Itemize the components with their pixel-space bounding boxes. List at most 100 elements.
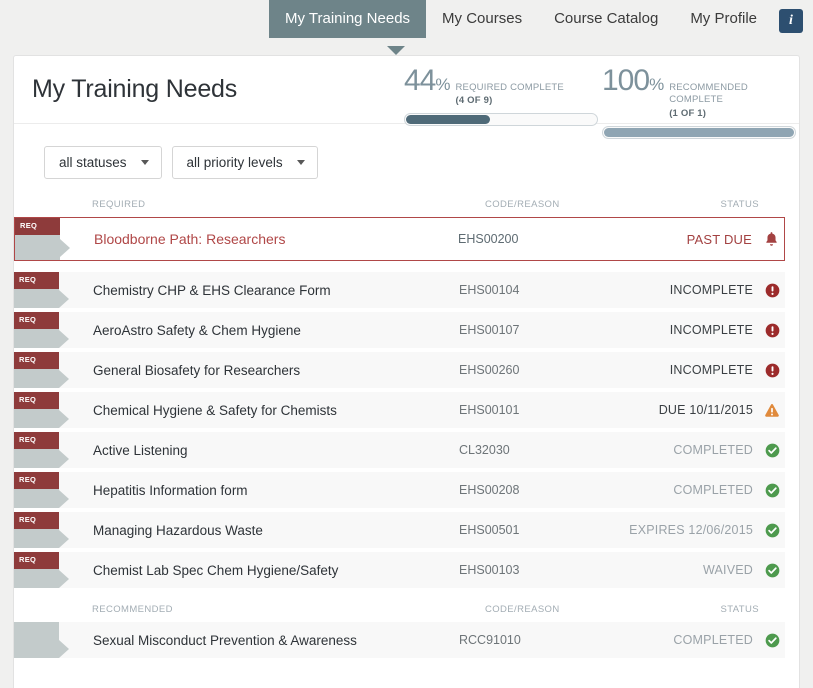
table-row[interactable]: REQ Active Listening CL32030 COMPLETED (14, 432, 785, 468)
ribbon-arrow-icon (59, 489, 69, 508)
ribbon-arrow-icon (59, 639, 69, 658)
column-header-status: STATUS (720, 604, 759, 615)
course-code: EHS00104 (459, 283, 520, 297)
exclamation-circle-icon[interactable] (759, 363, 785, 378)
course-name[interactable]: Sexual Misconduct Prevention & Awareness (74, 633, 459, 648)
exclamation-circle-icon[interactable] (759, 283, 785, 298)
info-icon[interactable]: i (779, 9, 803, 33)
priority-ribbon-icon: REQ (14, 392, 74, 428)
ribbon-fold (14, 529, 59, 548)
course-name[interactable]: Chemical Hygiene & Safety for Chemists (74, 403, 459, 418)
required-progress-bar (404, 113, 598, 127)
check-circle-icon[interactable] (759, 483, 785, 498)
status-filter[interactable]: all statuses (44, 146, 162, 179)
course-code: EHS00501 (459, 523, 520, 537)
ribbon-label: REQ (14, 552, 59, 569)
ribbon-label: REQ (14, 472, 59, 489)
table-row[interactable]: REQ Chemical Hygiene & Safety for Chemist… (14, 392, 785, 428)
priority-ribbon-icon: REQ (14, 552, 74, 588)
priority-filter-label: all priority levels (186, 155, 283, 170)
table-row[interactable]: REQ Hepatitis Information form EHS00208 COM… (14, 472, 785, 508)
table-row[interactable]: REQ Bloodborne Path: Researchers EHS00200 P… (14, 217, 785, 261)
table-row[interactable]: REQ Chemist Lab Spec Chem Hygiene/Safety E… (14, 552, 785, 588)
section-rows: Sexual Misconduct Prevention & Awareness… (14, 622, 799, 658)
course-code: EHS00208 (459, 483, 520, 497)
priority-ribbon-icon: REQ (14, 512, 74, 548)
status-badge: PAST DUE (686, 231, 752, 247)
required-progress-label: REQUIRED COMPLETE (455, 82, 564, 93)
training-table: REQUIRED CODE/REASON STATUS REQ Bloodborne P… (14, 199, 799, 658)
course-name[interactable]: Hepatitis Information form (74, 483, 459, 498)
required-progress-bar-fill (406, 115, 490, 125)
exclamation-circle-icon[interactable] (759, 323, 785, 338)
column-header-row: RECOMMENDED CODE/REASON STATUS (14, 604, 799, 622)
priority-ribbon-icon: REQ (14, 352, 74, 388)
page-title: My Training Needs (32, 75, 238, 103)
ribbon-label: REQ (14, 512, 59, 529)
course-code: CL32030 (459, 443, 510, 457)
table-row[interactable]: Sexual Misconduct Prevention & Awareness… (14, 622, 785, 658)
warning-triangle-icon[interactable] (759, 403, 785, 418)
ribbon-arrow-icon (60, 235, 70, 260)
priority-ribbon-icon: REQ (14, 472, 74, 508)
status-badge: COMPLETED (673, 443, 753, 457)
course-name[interactable]: Active Listening (74, 443, 459, 458)
tab-my-profile[interactable]: My Profile (674, 0, 773, 38)
ribbon-label: REQ (15, 218, 60, 235)
recommended-progress-widget: 100% RECOMMENDED COMPLETE (1 OF 1) (602, 66, 796, 139)
table-row[interactable]: REQ Managing Hazardous Waste EHS00501 EXPIR… (14, 512, 785, 548)
column-header-code: CODE/REASON (485, 199, 560, 210)
priority-ribbon-icon: REQ (14, 272, 74, 308)
column-header-code: CODE/REASON (485, 604, 560, 615)
table-row[interactable]: REQ AeroAstro Safety & Chem Hygiene EHS001… (14, 312, 785, 348)
check-circle-icon[interactable] (759, 563, 785, 578)
status-badge: COMPLETED (673, 483, 753, 497)
ribbon-arrow-icon (59, 569, 69, 588)
course-code: RCC91010 (459, 633, 521, 647)
priority-filter[interactable]: all priority levels (171, 146, 318, 179)
status-badge: EXPIRES 12/06/2015 (629, 523, 753, 537)
check-circle-icon[interactable] (759, 633, 785, 648)
priority-ribbon-icon: REQ (15, 218, 75, 260)
ribbon-arrow-icon (59, 529, 69, 548)
recommended-progress-label: RECOMMENDED COMPLETE (669, 82, 748, 106)
priority-ribbon-icon (14, 622, 74, 658)
course-code: EHS00107 (459, 323, 520, 337)
tab-my-courses[interactable]: My Courses (426, 0, 538, 38)
ribbon-fold (14, 409, 59, 428)
course-name[interactable]: Chemist Lab Spec Chem Hygiene/Safety (74, 563, 459, 578)
ribbon-fold (14, 289, 59, 308)
active-tab-pointer-icon (387, 46, 405, 55)
ribbon-label: REQ (14, 312, 59, 329)
tab-my-training-needs[interactable]: My Training Needs (268, 0, 427, 38)
course-code: EHS00200 (458, 232, 519, 246)
status-badge: DUE 10/11/2015 (658, 403, 753, 417)
tab-course-catalog[interactable]: Course Catalog (538, 0, 674, 38)
recommended-progress-count: (1 OF 1) (669, 107, 707, 119)
ribbon-arrow-icon (59, 369, 69, 388)
check-circle-icon[interactable] (759, 523, 785, 538)
table-row[interactable]: REQ Chemistry CHP & EHS Clearance Form EHS… (14, 272, 785, 308)
course-name[interactable]: Chemistry CHP & EHS Clearance Form (74, 283, 459, 298)
column-header-name: RECOMMENDED (92, 604, 173, 615)
required-progress-count: (4 OF 9) (455, 95, 493, 107)
course-name[interactable]: General Biosafety for Researchers (74, 363, 459, 378)
priority-ribbon-icon: REQ (14, 432, 74, 468)
column-header-row: REQUIRED CODE/REASON STATUS (14, 199, 799, 217)
course-name[interactable]: AeroAstro Safety & Chem Hygiene (74, 323, 459, 338)
required-progress-percent: 44% (404, 64, 451, 97)
ribbon-label: REQ (14, 392, 59, 409)
check-circle-icon[interactable] (759, 443, 785, 458)
recommended-progress-percent: 100% (602, 64, 664, 97)
chevron-down-icon (140, 160, 149, 165)
course-name[interactable]: Bloodborne Path: Researchers (75, 231, 458, 247)
bell-icon[interactable] (758, 231, 784, 247)
ribbon-fold (14, 622, 59, 658)
table-row[interactable]: REQ General Biosafety for Researchers EHS0… (14, 352, 785, 388)
course-name[interactable]: Managing Hazardous Waste (74, 523, 459, 538)
column-header-name: REQUIRED (92, 199, 146, 210)
ribbon-arrow-icon (59, 409, 69, 428)
ribbon-fold (15, 235, 60, 260)
ribbon-label: REQ (14, 272, 59, 289)
